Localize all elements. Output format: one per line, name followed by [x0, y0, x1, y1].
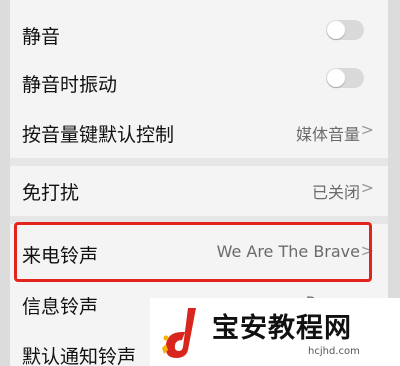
section-divider [10, 158, 388, 166]
vibrate-on-mute-toggle[interactable] [326, 68, 364, 88]
vibrate-on-mute-row[interactable]: 静音时振动 [10, 62, 388, 98]
site-logo-icon [162, 308, 196, 358]
dnd-label: 免打扰 [22, 182, 80, 204]
toggle-knob [327, 69, 345, 87]
chevron-right-icon: > [360, 178, 374, 197]
chevron-right-icon: > [360, 120, 374, 139]
message-tone-label: 信息铃声 [22, 296, 99, 318]
vibrate-on-mute-label: 静音时振动 [22, 74, 118, 96]
mute-row[interactable]: 静音 [10, 14, 388, 50]
mute-label: 静音 [22, 26, 61, 48]
notification-tone-label: 默认通知铃声 [22, 346, 137, 366]
toggle-knob [327, 21, 345, 39]
mute-toggle[interactable] [326, 20, 364, 40]
dnd-value: 已关闭 [311, 183, 360, 202]
volume-key-label: 按音量键默认控制 [22, 124, 175, 146]
watermark: 宝安教程网 hcjhd.com [150, 298, 400, 366]
volume-key-value: 媒体音量 [295, 125, 360, 144]
watermark-url: hcjhd.com [308, 346, 360, 357]
dnd-row[interactable]: 免打扰 已关闭 > [10, 170, 388, 210]
watermark-title: 宝安教程网 [212, 313, 352, 344]
highlight-box [14, 222, 372, 282]
volume-key-row[interactable]: 按音量键默认控制 媒体音量 > [10, 112, 388, 152]
